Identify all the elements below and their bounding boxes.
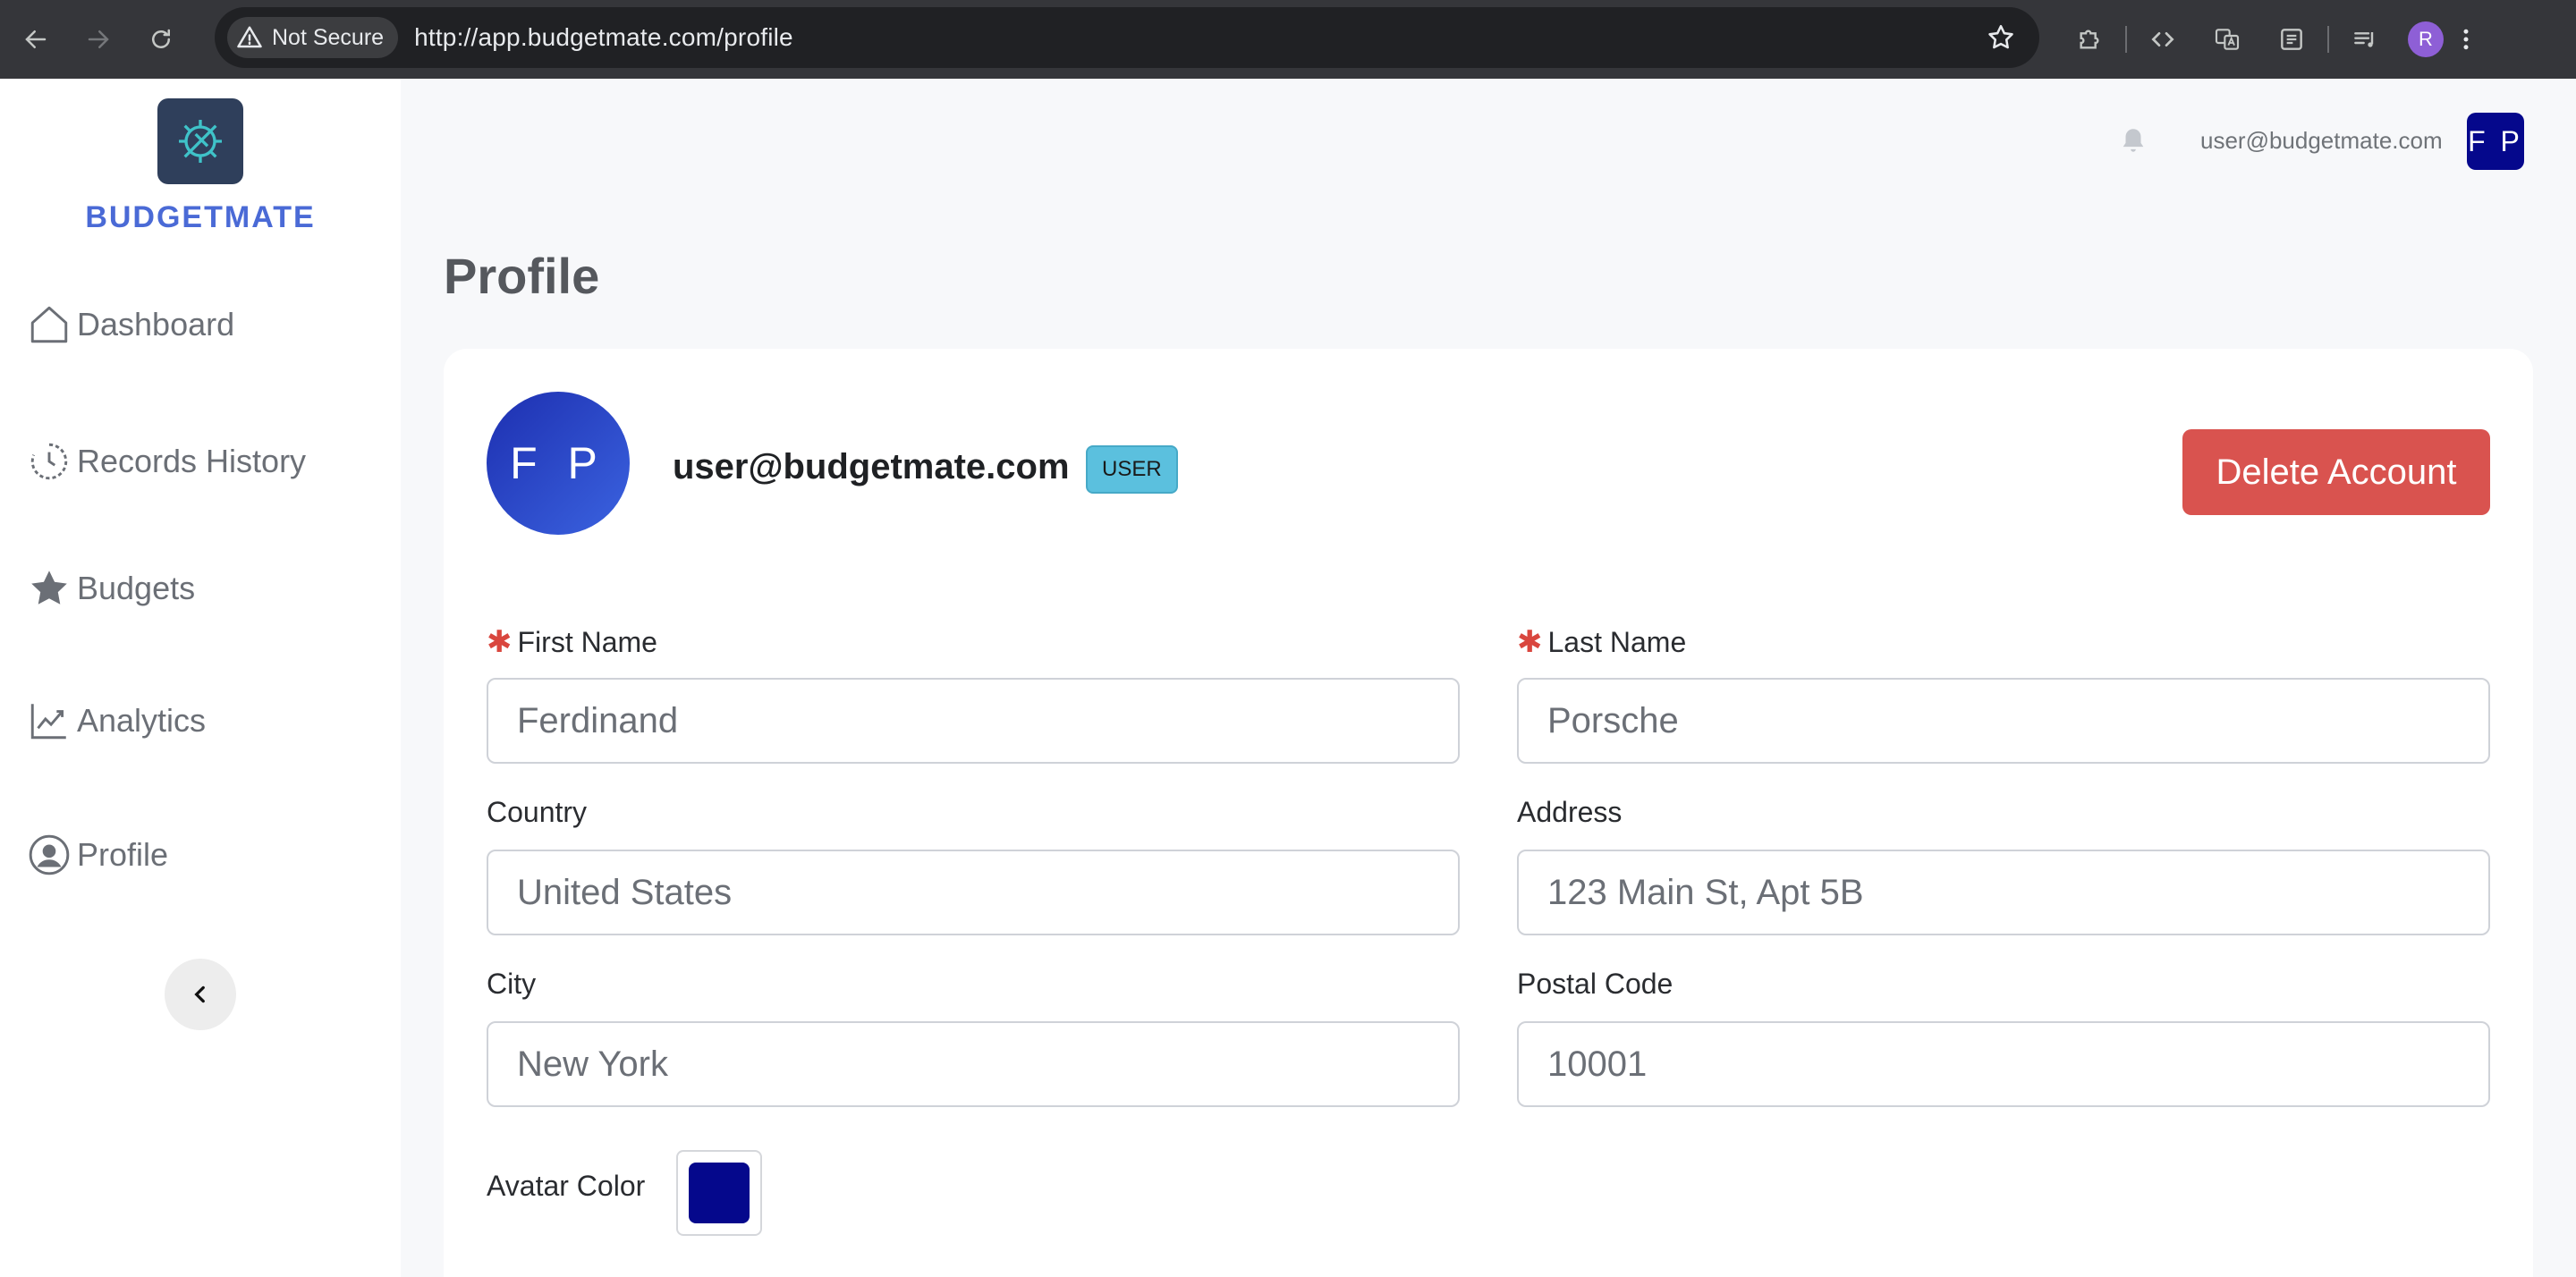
country-label: Country [487,796,588,828]
header-user-email[interactable]: user@budgetmate.com [2200,127,2443,155]
chart-line-icon [30,704,66,740]
code-icon [2151,31,2174,47]
profile-email: user@budgetmate.com [673,447,1070,486]
reader-icon [2281,29,2302,50]
translate-button[interactable] [2195,13,2259,66]
sidebar-item-analytics[interactable]: Analytics [27,694,206,748]
browser-profile-avatar[interactable]: R [2408,21,2444,57]
forward-button[interactable] [72,13,125,66]
avatar-color-label: Avatar Color [487,1170,646,1202]
browser-menu-button[interactable] [2444,13,2488,66]
puzzle-icon [2080,30,2099,49]
home-icon [30,306,68,343]
required-asterisk-icon: ✱ [1517,625,1543,659]
browser-toolbar: Not Secure http://app.budgetmate.com/pro… [0,0,2576,79]
budgetmate-logo-icon [179,120,222,163]
toolbar-divider [2125,26,2127,53]
back-button[interactable] [9,13,63,66]
sidebar-item-profile[interactable]: Profile [27,828,168,882]
warning-icon [237,26,262,48]
sidebar-item-label: Dashboard [77,306,235,343]
role-badge: USER [1086,445,1178,494]
url-text[interactable]: http://app.budgetmate.com/profile [414,23,793,52]
sidebar: BUDGETMATE Dashboard Records History Bud… [0,79,401,1277]
security-label: Not Secure [272,24,385,50]
reload-button[interactable] [134,13,188,66]
user-circle-icon [29,834,70,875]
app-logo[interactable] [157,98,243,184]
sidebar-item-records-history[interactable]: Records History [27,435,306,488]
sidebar-item-label: Profile [77,836,169,873]
avatar-color-swatch [689,1163,750,1223]
sidebar-item-dashboard[interactable]: Dashboard [27,298,234,351]
sidebar-item-label: Budgets [77,570,196,606]
bell-icon[interactable] [2118,125,2148,156]
history-icon [30,443,68,480]
sidebar-item-label: Records History [77,443,307,479]
extension-toolbar: R [2057,0,2488,79]
first-name-input[interactable] [487,678,1460,764]
security-chip[interactable]: Not Secure [227,17,399,58]
playlist-icon [2354,32,2374,47]
first-name-label: ✱ First Name [487,625,657,659]
page-title: Profile [444,248,600,304]
avatar-color-picker[interactable] [676,1150,762,1236]
media-button[interactable] [2333,13,2397,66]
required-asterisk-icon: ✱ [487,625,513,659]
address-bar[interactable]: Not Secure http://app.budgetmate.com/pro… [215,7,2039,68]
reload-icon [152,29,170,48]
sidebar-item-budgets[interactable]: Budgets [27,562,195,615]
postal-code-label: Postal Code [1517,968,1674,1000]
chevron-left-icon [194,985,205,1003]
reading-mode-button[interactable] [2259,13,2324,66]
postal-code-input[interactable] [1517,1021,2490,1107]
sidebar-item-label: Analytics [77,702,207,739]
toolbar-divider [2327,26,2329,53]
header-avatar[interactable]: F P [2467,113,2524,170]
devtools-button[interactable] [2131,13,2195,66]
bookmark-star-icon[interactable] [1986,22,2016,53]
address-input[interactable] [1517,850,2490,935]
more-vertical-icon [2463,29,2469,50]
last-name-input[interactable] [1517,678,2490,764]
country-input[interactable] [487,850,1460,935]
city-input[interactable] [487,1021,1460,1107]
profile-card: F P user@budgetmate.com USER Delete Acco… [444,349,2533,1277]
city-label: City [487,968,537,1000]
profile-avatar: F P [487,392,630,535]
collapse-sidebar-button[interactable] [165,959,236,1030]
brand-name: BUDGETMATE [85,200,316,234]
star-icon [31,571,67,605]
address-label: Address [1517,796,1623,828]
extensions-button[interactable] [2057,13,2122,66]
last-name-label: ✱ Last Name [1517,625,1687,659]
delete-account-button[interactable]: Delete Account [2182,429,2490,515]
translate-icon [2215,29,2240,50]
arrow-right-icon [88,30,109,48]
arrow-left-icon [25,30,47,48]
